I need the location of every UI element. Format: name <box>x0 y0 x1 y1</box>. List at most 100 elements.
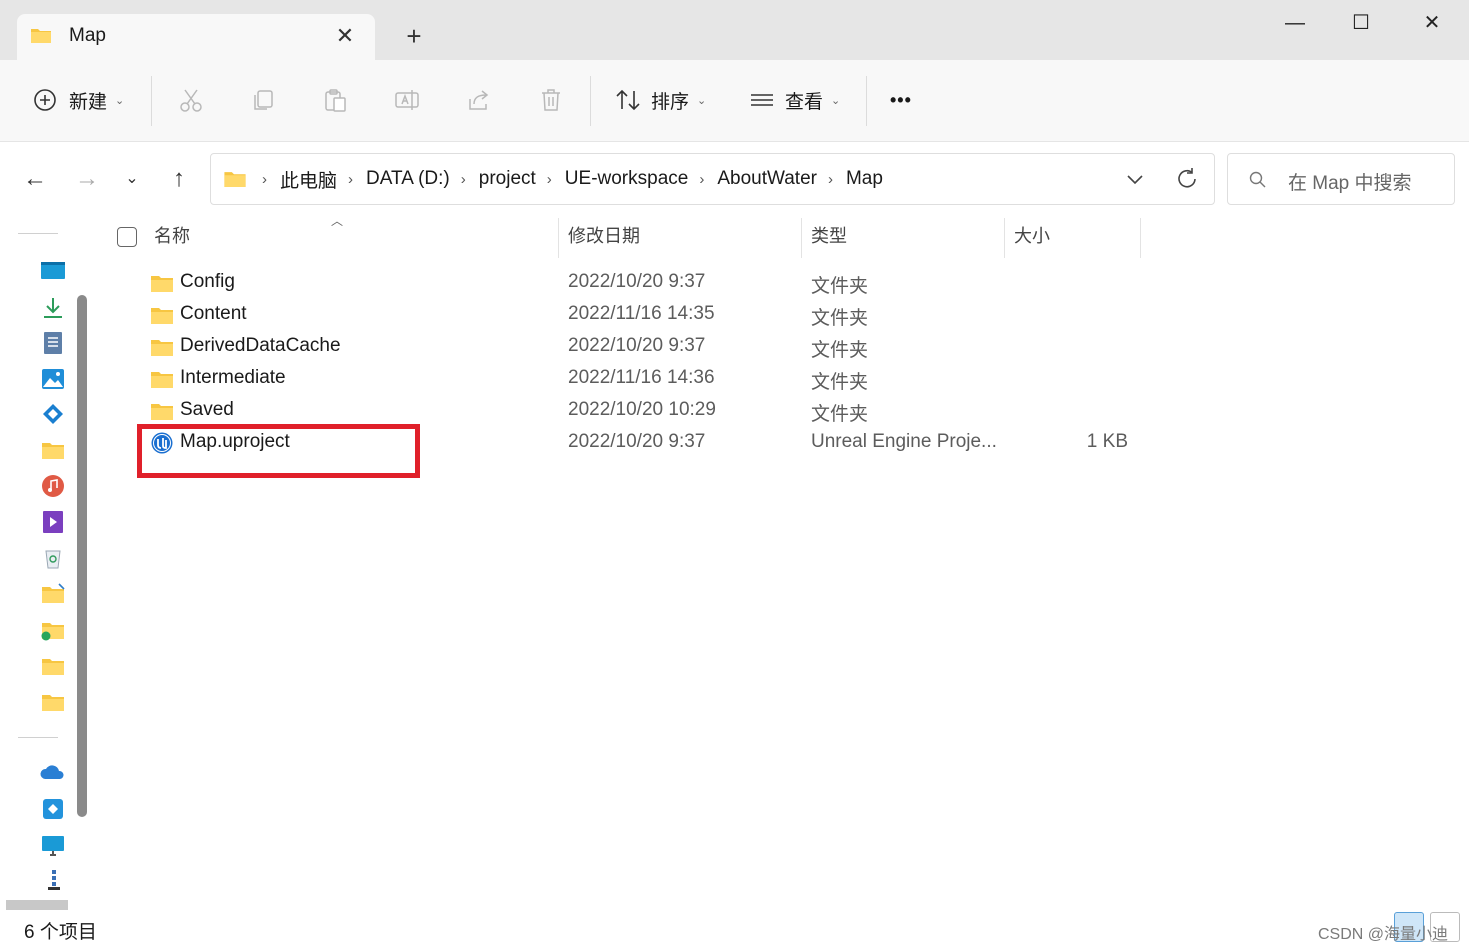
breadcrumb-separator: › <box>699 170 705 188</box>
file-row[interactable]: Content 2022/11/16 14:35 文件夹 <box>105 299 1465 331</box>
file-name: Content <box>180 303 247 324</box>
this-pc-icon[interactable] <box>40 833 66 859</box>
title-bar: Map ✕ + — ☐ ✕ <box>0 0 1469 60</box>
up-button[interactable]: ↑ <box>162 162 196 196</box>
folder-icon[interactable] <box>40 653 66 679</box>
new-tab-button[interactable]: + <box>400 22 428 50</box>
copy-icon[interactable] <box>250 87 276 113</box>
column-divider[interactable] <box>801 218 802 258</box>
file-row[interactable]: Saved 2022/10/20 10:29 文件夹 <box>105 395 1465 427</box>
address-bar[interactable]: › 此电脑 › DATA (D:) › project › UE-workspa… <box>210 153 1215 205</box>
plus-circle-icon <box>34 89 56 111</box>
view-button[interactable]: 查看 ⌄ <box>749 80 840 120</box>
sort-ascending-icon: ︿ <box>331 214 344 228</box>
column-header-size[interactable]: 大小 <box>1014 222 1050 248</box>
music-icon[interactable] <box>40 473 66 499</box>
column-header-type[interactable]: 类型 <box>811 222 847 248</box>
file-row[interactable]: DerivedDataCache 2022/10/20 9:37 文件夹 <box>105 331 1465 363</box>
file-modified: 2022/10/20 9:37 <box>568 335 706 356</box>
sort-icon <box>616 89 640 111</box>
folder-icon[interactable] <box>40 689 66 715</box>
network-icon[interactable] <box>40 867 66 893</box>
breadcrumb-map[interactable]: Map <box>846 168 883 190</box>
desktop-icon[interactable] <box>40 258 66 284</box>
divider <box>18 233 58 234</box>
file-size: 1 KB <box>1086 431 1128 452</box>
close-window-button[interactable]: ✕ <box>1409 6 1455 40</box>
network-drive-icon[interactable] <box>40 796 66 822</box>
horizontal-scrollbar[interactable] <box>6 900 68 910</box>
documents-icon[interactable] <box>40 330 66 356</box>
divider <box>866 76 867 126</box>
network-share-icon[interactable] <box>40 401 66 427</box>
file-name: Intermediate <box>180 367 286 388</box>
more-options-button[interactable]: ••• <box>890 80 912 120</box>
sidebar-scrollbar[interactable] <box>77 295 87 817</box>
chevron-down-icon[interactable] <box>1121 165 1149 193</box>
breadcrumb-project[interactable]: project <box>479 168 536 190</box>
folder-icon <box>151 404 173 420</box>
share-icon[interactable] <box>466 87 492 113</box>
new-button[interactable]: 新建 ⌄ <box>33 80 124 120</box>
file-modified: 2022/11/16 14:36 <box>568 367 715 388</box>
select-all-checkbox[interactable] <box>117 227 137 247</box>
file-type: Unreal Engine Proje... <box>811 431 997 452</box>
chevron-down-icon: ⌄ <box>115 94 125 107</box>
breadcrumb-data-drive[interactable]: DATA (D:) <box>366 168 450 190</box>
pinned-folder-icon[interactable] <box>40 581 66 607</box>
file-type: 文件夹 <box>811 340 869 361</box>
sort-button-label: 排序 <box>651 91 690 113</box>
file-modified: 2022/10/20 9:37 <box>568 431 706 452</box>
breadcrumb-separator: › <box>460 170 466 188</box>
breadcrumb-separator: › <box>262 170 267 188</box>
delete-icon[interactable] <box>538 87 564 113</box>
breadcrumb-ue-workspace[interactable]: UE-workspace <box>565 168 689 190</box>
cut-icon[interactable] <box>178 87 204 113</box>
file-row[interactable]: Intermediate 2022/11/16 14:36 文件夹 <box>105 363 1465 395</box>
maximize-button[interactable]: ☐ <box>1338 6 1384 40</box>
file-name: Saved <box>180 399 234 420</box>
file-type: 文件夹 <box>811 372 869 393</box>
folder-icon[interactable] <box>40 437 66 463</box>
file-modified: 2022/11/16 14:35 <box>568 303 715 324</box>
chevron-down-icon: ⌄ <box>831 94 841 107</box>
file-name: DerivedDataCache <box>180 335 341 356</box>
recent-locations-button[interactable]: ⌄ <box>115 162 149 196</box>
downloads-icon[interactable] <box>40 295 66 321</box>
rename-icon[interactable] <box>394 87 420 113</box>
breadcrumb-separator: › <box>546 170 552 188</box>
minimize-button[interactable]: — <box>1272 6 1318 40</box>
search-box[interactable]: 在 Map 中搜索 <box>1227 153 1455 205</box>
folder-icon <box>31 29 51 43</box>
file-modified: 2022/10/20 10:29 <box>568 399 716 420</box>
videos-icon[interactable] <box>40 509 66 535</box>
item-count: 6 个项目 <box>24 922 97 943</box>
breadcrumb-aboutwater[interactable]: AboutWater <box>717 168 817 190</box>
breadcrumb-separator: › <box>348 170 354 188</box>
pictures-icon[interactable] <box>40 366 66 392</box>
sort-button[interactable]: 排序 ⌄ <box>615 80 706 120</box>
column-header-name[interactable]: 名称 <box>154 222 190 248</box>
forward-button[interactable]: → <box>70 162 104 196</box>
tab-map[interactable]: Map ✕ <box>17 14 375 60</box>
tab-title: Map <box>69 25 106 46</box>
search-input[interactable]: 在 Map 中搜索 <box>1288 168 1412 195</box>
back-button[interactable]: ← <box>18 162 52 196</box>
breadcrumb-this-pc[interactable]: 此电脑 <box>280 166 337 193</box>
paste-icon[interactable] <box>322 87 348 113</box>
file-row[interactable]: Config 2022/10/20 9:37 文件夹 <box>105 267 1465 299</box>
breadcrumb-separator: › <box>827 170 833 188</box>
refresh-icon[interactable] <box>1173 165 1201 193</box>
column-divider[interactable] <box>558 218 559 258</box>
folder-icon <box>151 340 173 356</box>
file-type: 文件夹 <box>811 276 869 297</box>
folder-icon <box>151 308 173 324</box>
synced-folder-icon[interactable] <box>40 617 66 643</box>
onedrive-icon[interactable] <box>40 760 66 786</box>
column-divider[interactable] <box>1140 218 1141 258</box>
column-header-modified[interactable]: 修改日期 <box>568 222 640 248</box>
column-divider[interactable] <box>1004 218 1005 258</box>
recycle-bin-icon[interactable] <box>40 545 66 571</box>
folder-icon <box>224 172 246 187</box>
close-tab-button[interactable]: ✕ <box>331 22 359 50</box>
